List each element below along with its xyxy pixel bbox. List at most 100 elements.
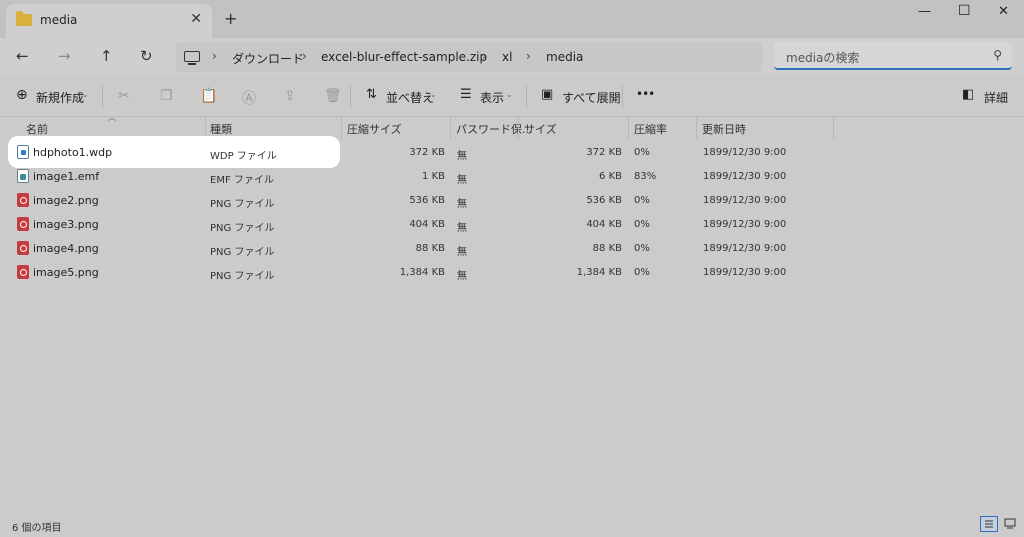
toolbar-divider (526, 86, 527, 108)
png-file-icon (17, 265, 29, 279)
file-size: 536 KB (586, 195, 622, 206)
details-view-button[interactable] (980, 516, 998, 532)
back-button[interactable]: ← (16, 47, 29, 65)
breadcrumb-separator: › (482, 49, 487, 63)
file-row[interactable]: hdphoto1.wdp WDP ファイル 372 KB 無 372 KB 0%… (8, 142, 834, 164)
file-password: 無 (457, 199, 467, 210)
file-explorer-window: media ✕ + — ☐ ✕ ← → ↑ ↻ › ダウンロード › excel… (0, 0, 1024, 537)
column-divider[interactable] (450, 117, 451, 139)
file-modified: 1899/12/30 9:00 (703, 243, 787, 254)
file-type: EMF ファイル (210, 175, 274, 186)
file-compressed-size: 1,384 KB (399, 267, 445, 278)
tab-title: media (40, 13, 78, 27)
paste-icon[interactable]: 📋 (200, 88, 217, 104)
breadcrumb-downloads[interactable]: ダウンロード (232, 50, 304, 67)
search-input[interactable]: mediaの検索 ⚲ (774, 42, 1012, 70)
file-compressed-size: 88 KB (415, 243, 445, 254)
file-password: 無 (457, 223, 467, 234)
extract-all-button[interactable]: すべて展開 (562, 89, 621, 106)
column-header-type[interactable]: 種類 (210, 121, 232, 137)
view-button[interactable]: 表示 (480, 89, 504, 106)
column-divider[interactable] (696, 117, 697, 139)
column-header-modified[interactable]: 更新日時 (702, 121, 746, 137)
folder-icon (16, 11, 32, 26)
refresh-button[interactable]: ↻ (140, 47, 153, 65)
minimize-button[interactable]: — (918, 4, 931, 19)
file-type: PNG ファイル (210, 223, 275, 234)
share-icon[interactable]: ⇪ (284, 88, 296, 104)
png-file-icon (17, 241, 29, 255)
file-name: image4.png (33, 242, 99, 255)
file-type: PNG ファイル (210, 199, 275, 210)
column-header-size[interactable]: サイズ (524, 121, 557, 137)
png-file-icon (17, 193, 29, 207)
column-divider[interactable] (518, 117, 519, 139)
column-header-compressed-size[interactable]: 圧縮サイズ (347, 121, 402, 137)
column-header-name[interactable]: 名前 (26, 121, 48, 137)
column-header-ratio[interactable]: 圧縮率 (634, 121, 667, 137)
computer-icon (184, 51, 200, 65)
file-modified: 1899/12/30 9:00 (703, 147, 787, 158)
tab-close-icon[interactable]: ✕ (190, 11, 202, 27)
file-size: 372 KB (586, 147, 622, 158)
file-name: image5.png (33, 266, 99, 279)
file-row[interactable]: image5.png PNG ファイル 1,384 KB 無 1,384 KB … (8, 262, 834, 284)
file-password: 無 (457, 247, 467, 258)
close-button[interactable]: ✕ (998, 4, 1009, 19)
file-modified: 1899/12/30 9:00 (703, 171, 787, 182)
sort-button[interactable]: 並べ替え (386, 89, 434, 106)
breadcrumb-xl[interactable]: xl (502, 50, 512, 64)
column-divider[interactable] (341, 117, 342, 139)
list-view-icon (985, 520, 993, 528)
breadcrumb-separator: › (212, 49, 217, 63)
file-name: hdphoto1.wdp (33, 146, 113, 159)
file-compressed-size: 404 KB (409, 219, 445, 230)
png-file-icon (17, 217, 29, 231)
address-bar[interactable]: › ダウンロード › excel-blur-effect-sample.zip … (176, 42, 762, 72)
search-placeholder: mediaの検索 (786, 51, 860, 65)
file-size: 6 KB (599, 171, 622, 182)
wdp-file-icon (17, 145, 29, 159)
file-size: 1,384 KB (576, 267, 622, 278)
delete-icon[interactable]: 🗑 (324, 88, 342, 104)
file-password: 無 (457, 271, 467, 282)
new-button[interactable]: 新規作成 (36, 89, 84, 106)
new-tab-button[interactable]: + (224, 9, 237, 28)
tiles-view-button[interactable] (1002, 516, 1020, 532)
file-row[interactable]: image1.emf EMF ファイル 1 KB 無 6 KB 83% 1899… (8, 166, 834, 188)
breadcrumb-separator: › (526, 49, 531, 63)
more-options-button[interactable]: ••• (636, 87, 655, 101)
details-button[interactable]: 詳細 (984, 89, 1008, 106)
file-row[interactable]: image3.png PNG ファイル 404 KB 無 404 KB 0% 1… (8, 214, 834, 236)
file-ratio: 0% (634, 219, 650, 230)
up-button[interactable]: ↑ (100, 47, 113, 65)
file-password: 無 (457, 151, 467, 162)
file-modified: 1899/12/30 9:00 (703, 267, 787, 278)
navigation-bar: ← → ↑ ↻ › ダウンロード › excel-blur-effect-sam… (0, 38, 1024, 76)
chevron-down-icon: ⌄ (430, 90, 437, 99)
file-ratio: 0% (634, 147, 650, 158)
breadcrumb-media[interactable]: media (546, 50, 583, 64)
toolbar-divider (622, 86, 623, 108)
item-count: 6 個の項目 (12, 523, 62, 534)
maximize-button[interactable]: ☐ (958, 3, 971, 19)
column-divider[interactable] (628, 117, 629, 139)
column-header-password[interactable]: パスワード保... (456, 121, 533, 137)
cut-icon[interactable]: ✂ (118, 88, 130, 104)
toolbar-divider (102, 86, 103, 108)
breadcrumb-zip[interactable]: excel-blur-effect-sample.zip (321, 50, 487, 64)
file-modified: 1899/12/30 9:00 (703, 195, 787, 206)
copy-icon[interactable]: ❐ (160, 88, 173, 104)
forward-button[interactable]: → (58, 47, 71, 65)
column-divider[interactable] (833, 117, 834, 139)
title-bar: media ✕ + — ☐ ✕ (0, 0, 1024, 38)
file-compressed-size: 372 KB (409, 147, 445, 158)
file-row[interactable]: image2.png PNG ファイル 536 KB 無 536 KB 0% 1… (8, 190, 834, 212)
rename-icon[interactable]: Ⓐ (242, 88, 256, 108)
emf-file-icon (17, 169, 29, 183)
file-compressed-size: 1 KB (422, 171, 445, 182)
file-name: image3.png (33, 218, 99, 231)
file-row[interactable]: image4.png PNG ファイル 88 KB 無 88 KB 0% 189… (8, 238, 834, 260)
file-ratio: 83% (634, 171, 657, 182)
tab-media[interactable]: media ✕ (6, 4, 212, 38)
